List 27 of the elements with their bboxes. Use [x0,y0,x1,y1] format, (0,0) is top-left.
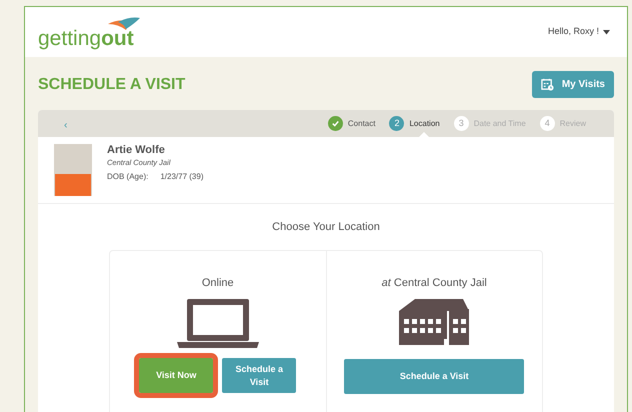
step-pointer [419,132,430,137]
laptop-icon [176,299,259,348]
step-tab[interactable]: Date and Time [474,118,526,130]
user-menu[interactable]: Hello, Roxy ! [548,25,610,39]
calendar-icon [540,78,554,91]
schedule-visit-button[interactable]: Schedule a Visit [344,359,524,394]
step-number: 3 [454,116,469,131]
step-tab[interactable]: Contact [348,118,376,130]
step-tab[interactable]: Location [409,118,440,130]
caret-icon [603,30,610,34]
option-title: Online [202,276,234,290]
option-title: at Central County Jail [382,276,487,290]
logo-text[interactable]: gettingout [38,28,134,48]
section-title: Choose Your Location [272,220,380,235]
swoosh-icon [106,16,142,32]
photo-placeholder [54,144,92,196]
dob-value: 1/23/77 (39) [160,171,204,183]
visit-now-button[interactable]: Visit Now [139,358,214,393]
back-button[interactable]: ‹ [64,118,68,132]
step-number: 4 [540,116,555,131]
step-tab[interactable]: Review [560,118,586,130]
page-title: SCHEDULE A VISIT [38,74,186,94]
inmate-name: Artie Wolfe [107,144,166,157]
step-number: 2 [389,116,404,131]
schedule-visit-button[interactable]: Schedule a Visit [222,358,296,393]
dob-label: DOB (Age): [107,171,148,183]
my-visits-button[interactable]: My Visits [532,71,614,98]
